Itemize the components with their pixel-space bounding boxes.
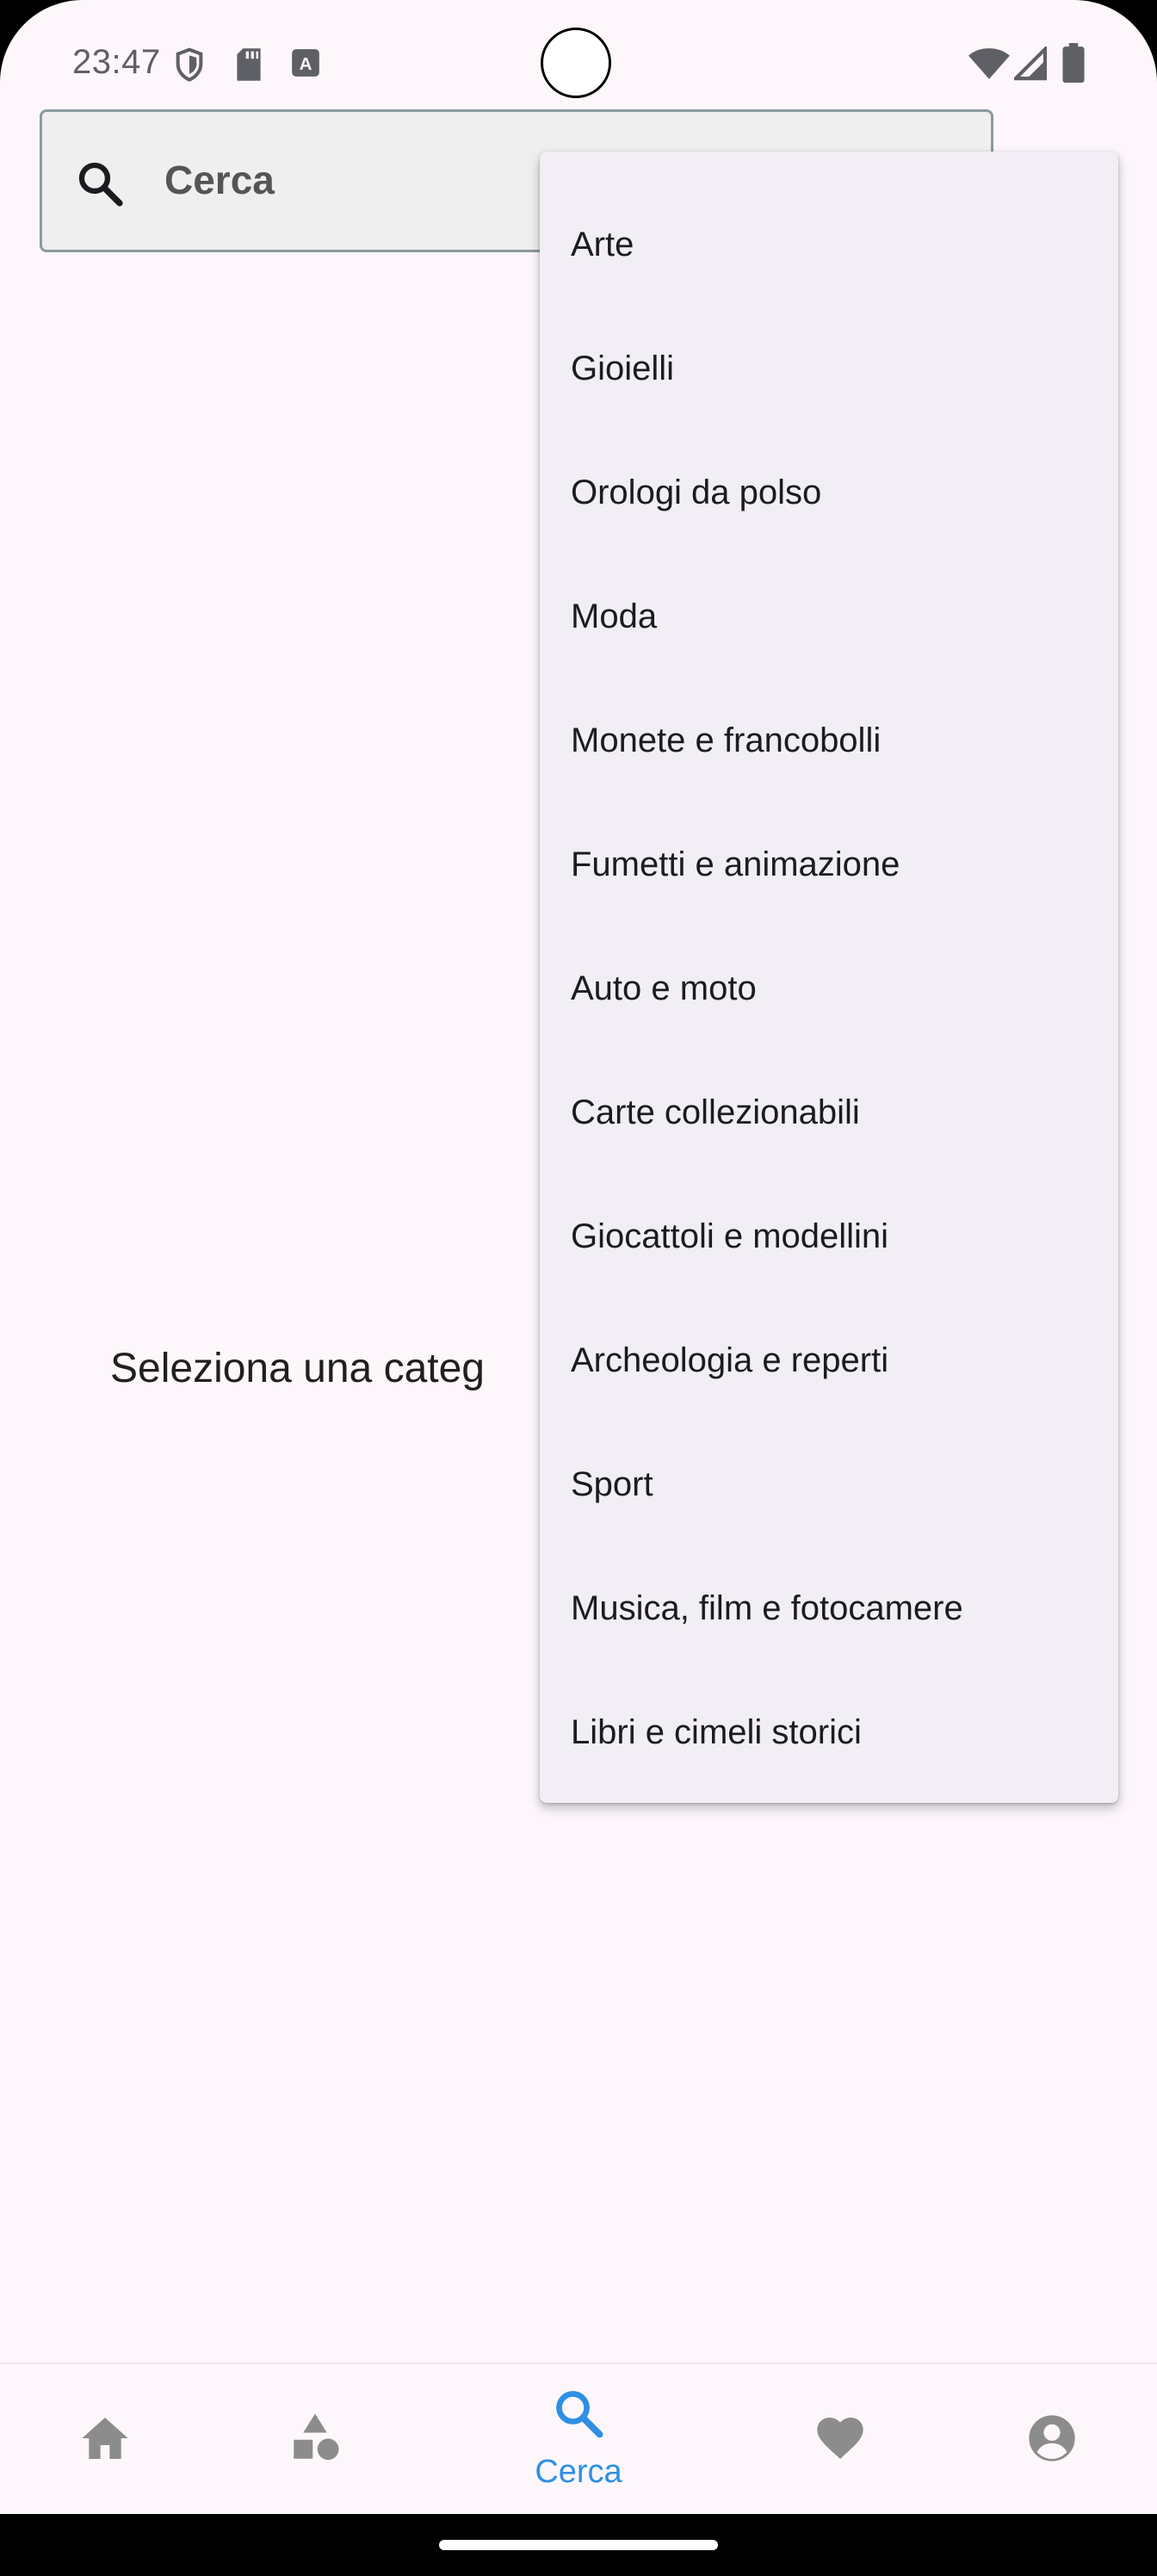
nav-account[interactable]	[974, 2364, 1129, 2516]
menu-item-archeologia[interactable]: Archeologia e reperti	[540, 1298, 1118, 1422]
battery-icon	[1062, 43, 1085, 83]
sd-card-icon	[237, 48, 261, 81]
select-category-hint: Seleziona una categ	[110, 1346, 485, 1391]
menu-item-sport[interactable]: Sport	[540, 1422, 1118, 1546]
search-input[interactable]: Cerca	[164, 157, 275, 203]
home-icon	[82, 2418, 128, 2459]
menu-item-arte[interactable]: Arte	[540, 183, 1118, 307]
menu-item-musica[interactable]: Musica, film e fotocamere	[540, 1546, 1118, 1670]
search-icon	[556, 2391, 603, 2438]
account-icon	[1029, 2415, 1075, 2461]
menu-item-moda[interactable]: Moda	[540, 554, 1118, 678]
menu-item-libri[interactable]: Libri e cimeli storici	[540, 1670, 1118, 1794]
nav-categories[interactable]	[238, 2364, 393, 2516]
screen: 23:47 A Cerca Seleziona una categ Arte G…	[0, 0, 1157, 2576]
menu-item-fumetti[interactable]: Fumetti e animazione	[540, 802, 1118, 926]
keyboard-a-icon: A	[292, 49, 319, 77]
menu-item-giocattoli[interactable]: Giocattoli e modellini	[540, 1174, 1118, 1298]
status-bar: 23:47 A	[0, 0, 1157, 103]
menu-item-auto[interactable]: Auto e moto	[540, 926, 1118, 1050]
status-time: 23:47	[72, 43, 161, 81]
category-dropdown-menu: Arte Gioielli Orologi da polso Moda Mone…	[540, 152, 1118, 1803]
menu-item-carte[interactable]: Carte collezionabili	[540, 1050, 1118, 1174]
nav-search[interactable]: Cerca	[501, 2364, 656, 2516]
bottom-navigation-bar: Cerca	[0, 2362, 1157, 2516]
heart-icon	[817, 2418, 863, 2459]
search-icon	[78, 162, 123, 207]
menu-item-gioielli[interactable]: Gioielli	[540, 307, 1118, 430]
nav-search-label: Cerca	[535, 2454, 622, 2490]
gesture-navigation-area	[0, 2514, 1157, 2576]
gesture-handle[interactable]	[439, 2540, 718, 2550]
shield-icon	[176, 47, 203, 82]
cell-signal-icon	[1014, 46, 1047, 81]
camera-cutout	[541, 28, 611, 98]
nav-favorites[interactable]	[763, 2364, 918, 2516]
svg-text:A: A	[300, 54, 312, 74]
wifi-icon	[968, 48, 1010, 79]
menu-item-monete[interactable]: Monete e francobolli	[540, 678, 1118, 802]
menu-item-orologi[interactable]: Orologi da polso	[540, 430, 1118, 554]
categories-icon	[294, 2413, 339, 2461]
nav-home[interactable]	[28, 2364, 183, 2516]
